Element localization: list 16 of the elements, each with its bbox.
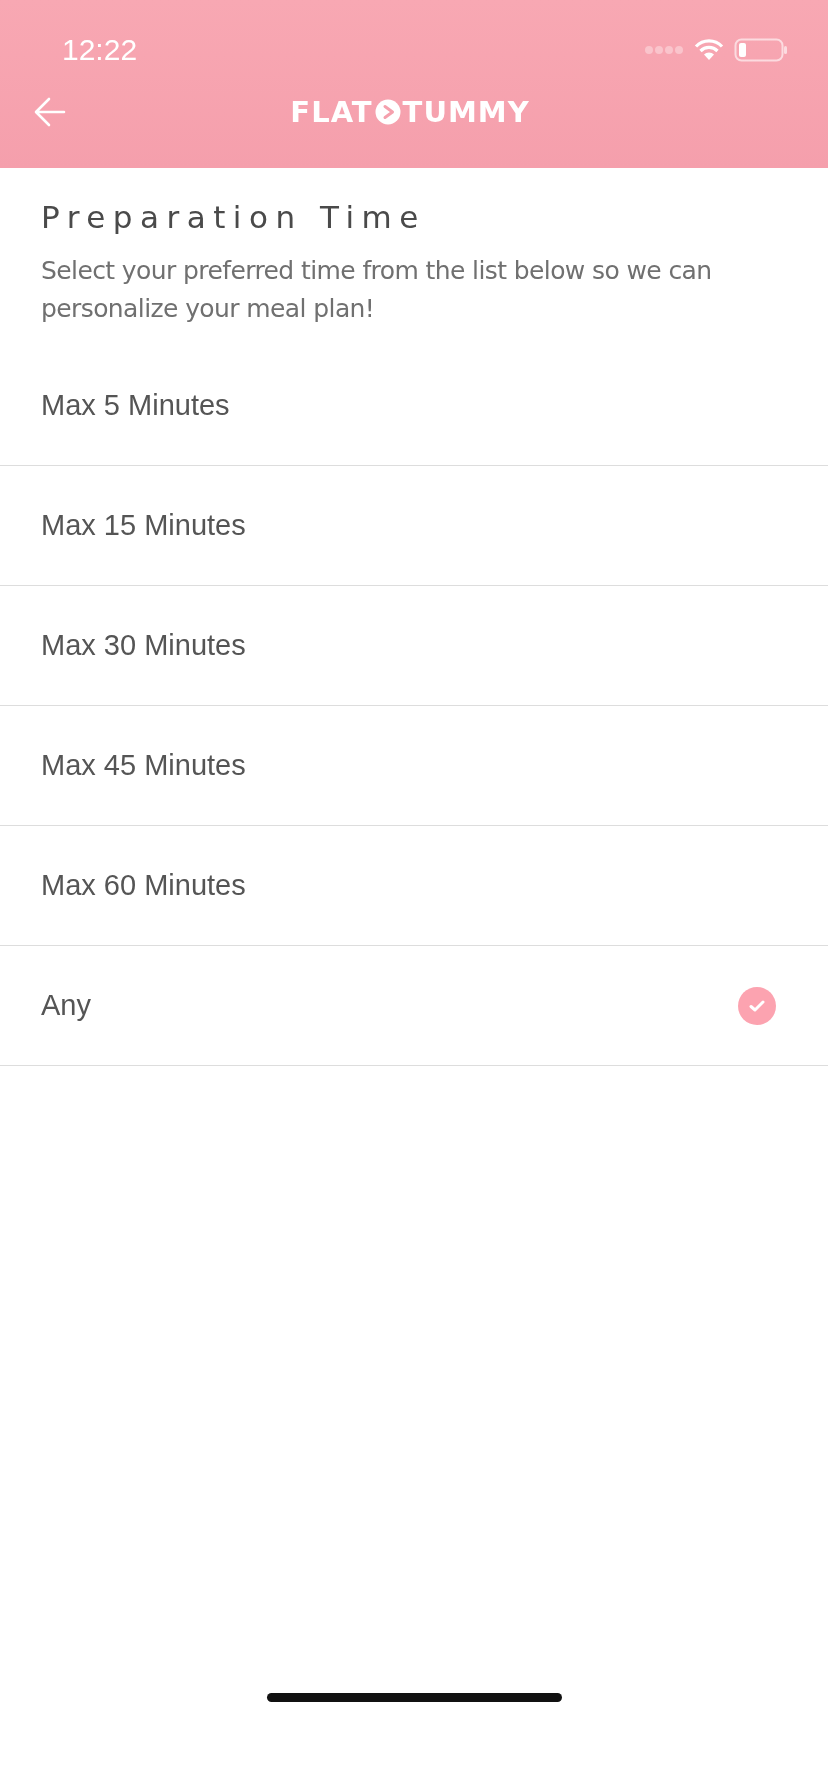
logo-text: TUMMY (402, 95, 530, 129)
option-row[interactable]: Max 60 Minutes (0, 826, 828, 946)
status-time: 12:22 (61, 33, 138, 67)
option-row[interactable]: Max 15 Minutes (0, 466, 828, 586)
play-icon (374, 99, 401, 125)
back-arrow-icon[interactable] (34, 97, 66, 127)
option-row[interactable]: Any (0, 946, 828, 1066)
wifi-icon (694, 39, 724, 61)
page-title: Preparation Time (41, 199, 427, 235)
signal-icon (644, 45, 684, 55)
option-row[interactable]: Max 45 Minutes (0, 706, 828, 826)
option-row[interactable]: Max 30 Minutes (0, 586, 828, 706)
logo-text: FLAT (290, 95, 373, 129)
option-row[interactable]: Max 5 Minutes (0, 346, 828, 466)
description-text: Select your preferred time from the list below so we can personalize your meal plan! (41, 255, 713, 325)
battery-icon (734, 38, 788, 62)
